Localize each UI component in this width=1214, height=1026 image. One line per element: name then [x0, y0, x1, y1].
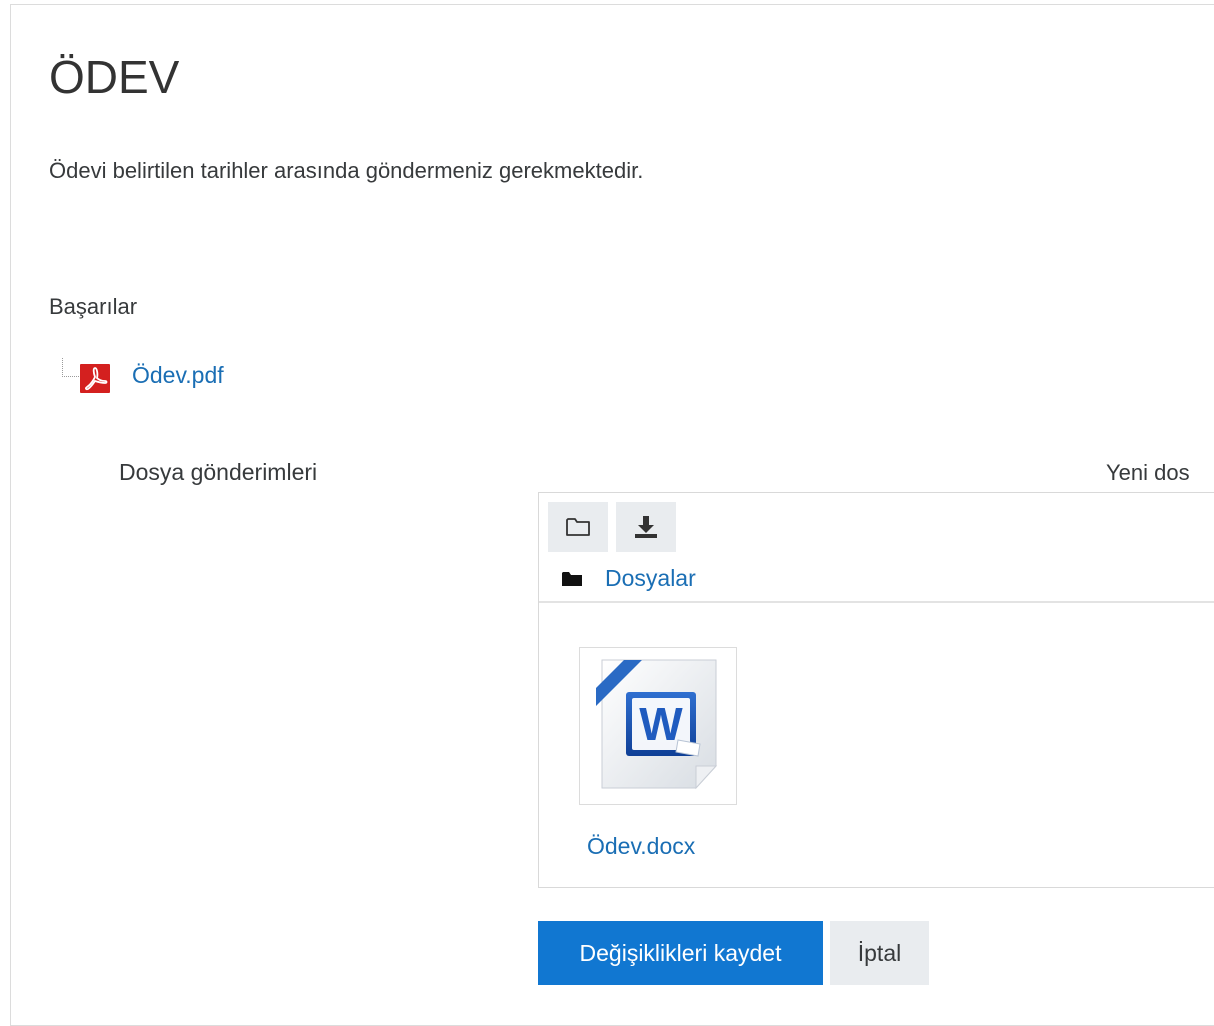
folder-outline-icon — [566, 518, 590, 536]
divider — [539, 601, 1214, 603]
word-document-icon: W — [596, 659, 718, 790]
assignment-note: Başarılar — [49, 294, 138, 319]
breadcrumb: Dosyalar — [561, 565, 696, 592]
assignment-intro: Ödevi belirtilen tarihler arasında gönde… — [49, 158, 644, 183]
page-title: ÖDEV — [49, 51, 180, 103]
folder-solid-icon — [562, 571, 582, 586]
tree-connector — [62, 358, 81, 377]
file-name-link[interactable]: Ödev.docx — [587, 833, 695, 860]
pdf-icon — [80, 364, 110, 393]
file-manager: Dosyalar W Ödev.docx — [538, 492, 1214, 888]
attachment-pdf-link[interactable]: Ödev.pdf — [132, 362, 224, 389]
download-icon — [635, 516, 657, 538]
save-changes-button[interactable]: Değişiklikleri kaydet — [538, 921, 823, 985]
breadcrumb-item-dosyalar[interactable]: Dosyalar — [605, 565, 696, 592]
cancel-button[interactable]: İptal — [830, 921, 929, 985]
file-thumbnail[interactable]: W — [579, 647, 737, 805]
svg-text:W: W — [639, 698, 683, 750]
new-file-label: Yeni dos — [1106, 460, 1190, 485]
file-submissions-label: Dosya gönderimleri — [119, 459, 318, 485]
download-button[interactable] — [616, 502, 676, 552]
create-folder-button[interactable] — [548, 502, 608, 552]
